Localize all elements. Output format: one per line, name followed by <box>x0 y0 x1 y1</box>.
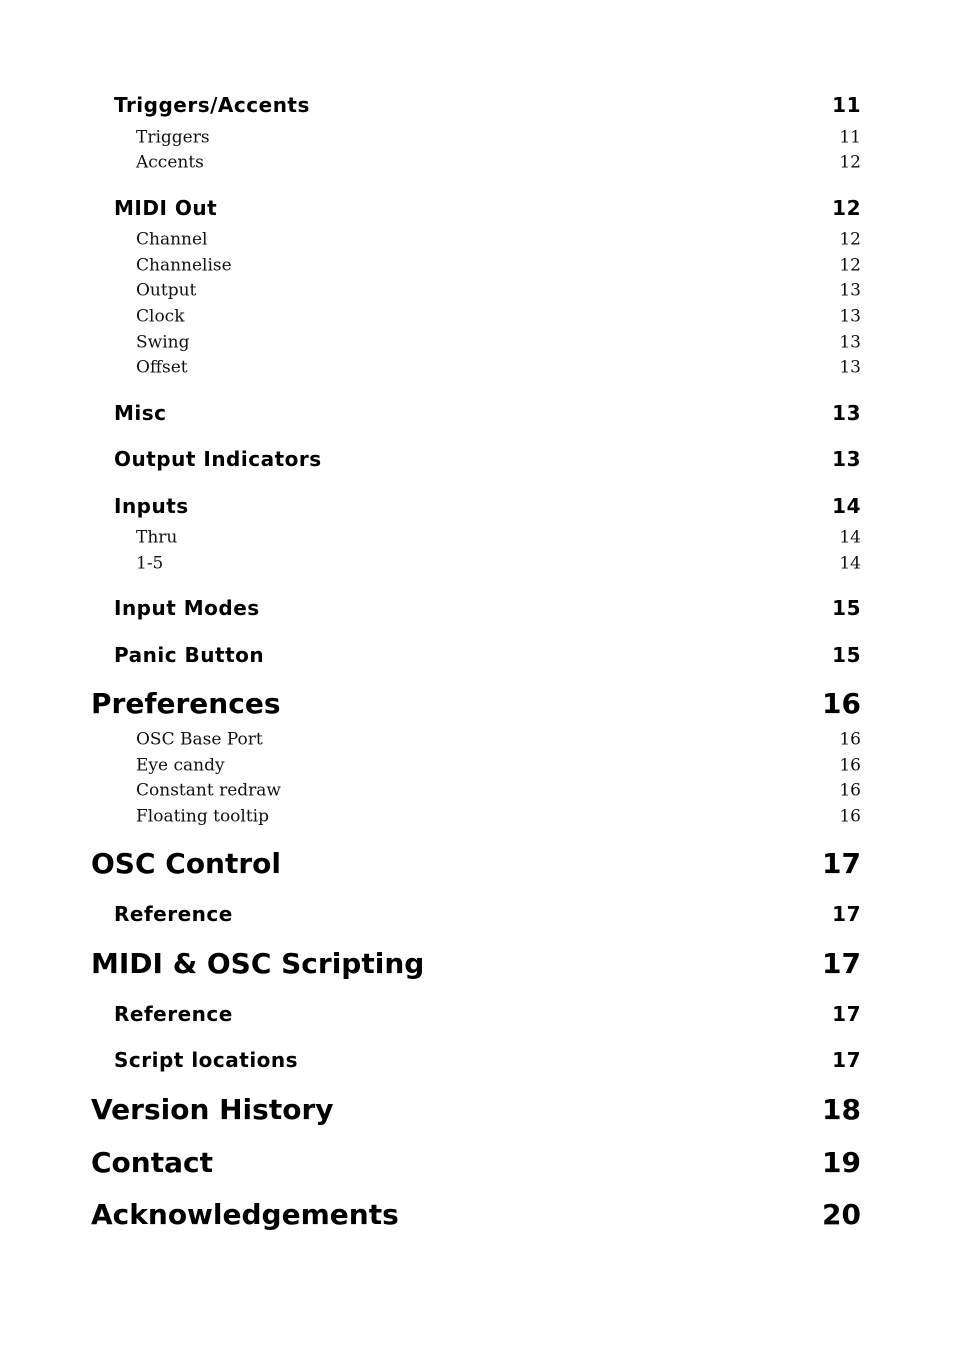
toc-entry-page: 16 <box>839 806 861 827</box>
toc-entry-page: 18 <box>822 1093 861 1126</box>
toc-entry-page: 14 <box>832 494 861 518</box>
toc-entry-page: 16 <box>839 755 861 776</box>
toc-entry-page: 17 <box>822 847 861 880</box>
toc-entry-title: Triggers/Accents <box>114 93 310 117</box>
toc-entry-page: 16 <box>839 780 861 801</box>
toc-entry-page: 13 <box>839 332 861 353</box>
toc-entry-title: Preferences <box>91 687 281 720</box>
toc-entry-title: Offset <box>136 357 188 378</box>
toc-entry-page: 16 <box>839 729 861 750</box>
toc-entry-title: MIDI Out <box>114 196 218 220</box>
toc-entry-title: OSC Base Port <box>136 729 263 750</box>
toc-entry-title: MIDI & OSC Scripting <box>91 947 425 980</box>
toc-entry-title: Script locations <box>114 1048 299 1072</box>
toc-entry-page: 13 <box>832 401 861 425</box>
toc-entry-title: Triggers <box>136 127 210 148</box>
toc-entry-title: Floating tooltip <box>136 806 269 827</box>
toc-entry-page: 15 <box>832 643 861 667</box>
toc-entry-page: 11 <box>839 127 861 148</box>
toc-entry-title: OSC Control <box>91 847 282 880</box>
toc-entry-page: 11 <box>832 93 861 117</box>
toc-entry-title: Panic Button <box>114 643 265 667</box>
toc-entry-page: 17 <box>832 902 861 926</box>
toc-entry-title: Channelise <box>136 255 232 276</box>
toc-entry-title: Eye candy <box>136 755 225 776</box>
toc-entry-page: 13 <box>839 280 861 301</box>
toc-entry-page: 17 <box>832 1048 861 1072</box>
toc-entry-title: Clock <box>136 306 185 327</box>
toc-entry-page: 15 <box>832 596 861 620</box>
toc-entry-page: 12 <box>839 255 861 276</box>
toc-entry-page: 17 <box>832 1002 861 1026</box>
toc-entry-page: 12 <box>839 152 861 173</box>
toc-entry-title: Misc <box>114 401 167 425</box>
toc-entry-title: Input Modes <box>114 596 260 620</box>
toc-entry-page: 13 <box>832 447 861 471</box>
toc-entry-title: Version History <box>91 1093 334 1126</box>
toc-entry-title: Swing <box>136 332 190 353</box>
toc-entry-title: Reference <box>114 902 233 926</box>
toc-entry-title: Thru <box>136 527 178 548</box>
toc-entry-title: Output <box>136 280 197 301</box>
toc-entry-page: 20 <box>822 1198 861 1231</box>
toc-entry-page: 12 <box>839 229 861 250</box>
toc-entry-page: 14 <box>839 553 861 574</box>
toc-entry-title: 1-5 <box>136 553 164 574</box>
toc-entry-page: 17 <box>822 947 861 980</box>
toc-entry-title: Acknowledgements <box>91 1198 399 1231</box>
toc-entry-page: 16 <box>822 687 861 720</box>
toc-entry-page: 12 <box>832 196 861 220</box>
toc-entry-title: Contact <box>91 1146 213 1179</box>
toc-entry-page: 13 <box>839 357 861 378</box>
toc-entry-page: 19 <box>822 1146 861 1179</box>
toc-entry-title: Channel <box>136 229 208 250</box>
toc-entry-title: Accents <box>136 152 204 173</box>
toc-entry-page: 13 <box>839 306 861 327</box>
toc-entry-title: Output Indicators <box>114 447 322 471</box>
toc-entry-title: Reference <box>114 1002 233 1026</box>
toc-entry-title: Inputs <box>114 494 189 518</box>
toc-entry-title: Constant redraw <box>136 780 281 801</box>
toc-entry-page: 14 <box>839 527 861 548</box>
